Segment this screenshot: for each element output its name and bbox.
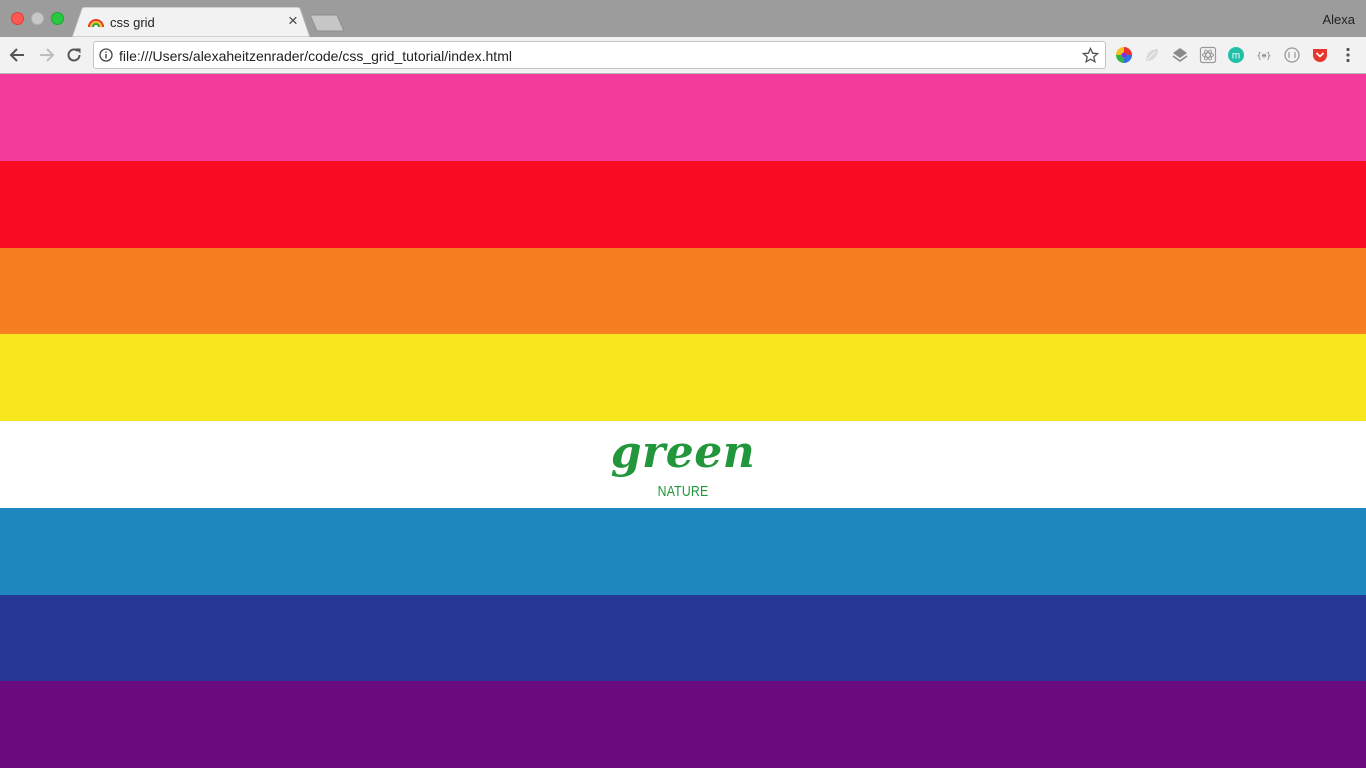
svg-text:m: m: [1232, 51, 1240, 62]
circle-extension-icon[interactable]: [1283, 46, 1301, 64]
stripe-subtitle: NATURE: [657, 483, 709, 500]
color-stripe: [0, 681, 1366, 768]
stripe-title: green: [610, 427, 756, 478]
json-extension-icon[interactable]: {≡}: [1255, 46, 1273, 64]
tab-title: css grid: [110, 15, 155, 30]
tab-shape: [72, 7, 310, 37]
m-extension-icon[interactable]: m: [1227, 46, 1245, 64]
rainbow-grid: green NATURE: [0, 74, 1366, 768]
color-stripe: [0, 334, 1366, 421]
star-icon[interactable]: [1082, 47, 1099, 64]
browser-toolbar: file:///Users/alexaheitzenrader/code/css…: [0, 37, 1366, 74]
window-maximize-button[interactable]: [51, 12, 64, 25]
svg-text:{≡}: {≡}: [1257, 51, 1271, 60]
color-wheel-extension-icon[interactable]: [1115, 46, 1133, 64]
layers-extension-icon[interactable]: [1171, 46, 1189, 64]
leaf-extension-icon[interactable]: [1143, 46, 1161, 64]
color-stripe: [0, 74, 1366, 161]
new-tab-button[interactable]: [309, 14, 345, 32]
more-icon[interactable]: [1339, 46, 1357, 64]
back-icon[interactable]: [8, 45, 28, 65]
rainbow-favicon-icon: [88, 19, 104, 28]
forward-icon[interactable]: [36, 45, 56, 65]
color-stripe: [0, 160, 1366, 248]
info-icon[interactable]: [99, 48, 113, 62]
profile-name[interactable]: Alexa: [1322, 12, 1355, 27]
tab-close-icon[interactable]: ×: [285, 12, 301, 29]
url-text[interactable]: file:///Users/alexaheitzenrader/code/css…: [119, 48, 512, 64]
react-devtools-extension-icon[interactable]: [1199, 46, 1217, 64]
title-bar: css grid × Alexa: [0, 0, 1366, 37]
color-stripe: [0, 594, 1366, 682]
color-stripe: green NATURE: [0, 421, 1366, 508]
address-bar[interactable]: file:///Users/alexaheitzenrader/code/css…: [93, 41, 1106, 69]
window-close-button[interactable]: [11, 12, 24, 25]
color-stripe: [0, 507, 1366, 595]
window-minimize-button[interactable]: [31, 12, 44, 25]
pocket-extension-icon[interactable]: [1311, 46, 1329, 64]
tab-active[interactable]: css grid ×: [72, 7, 310, 37]
reload-icon[interactable]: [64, 45, 84, 65]
color-stripe: [0, 247, 1366, 335]
